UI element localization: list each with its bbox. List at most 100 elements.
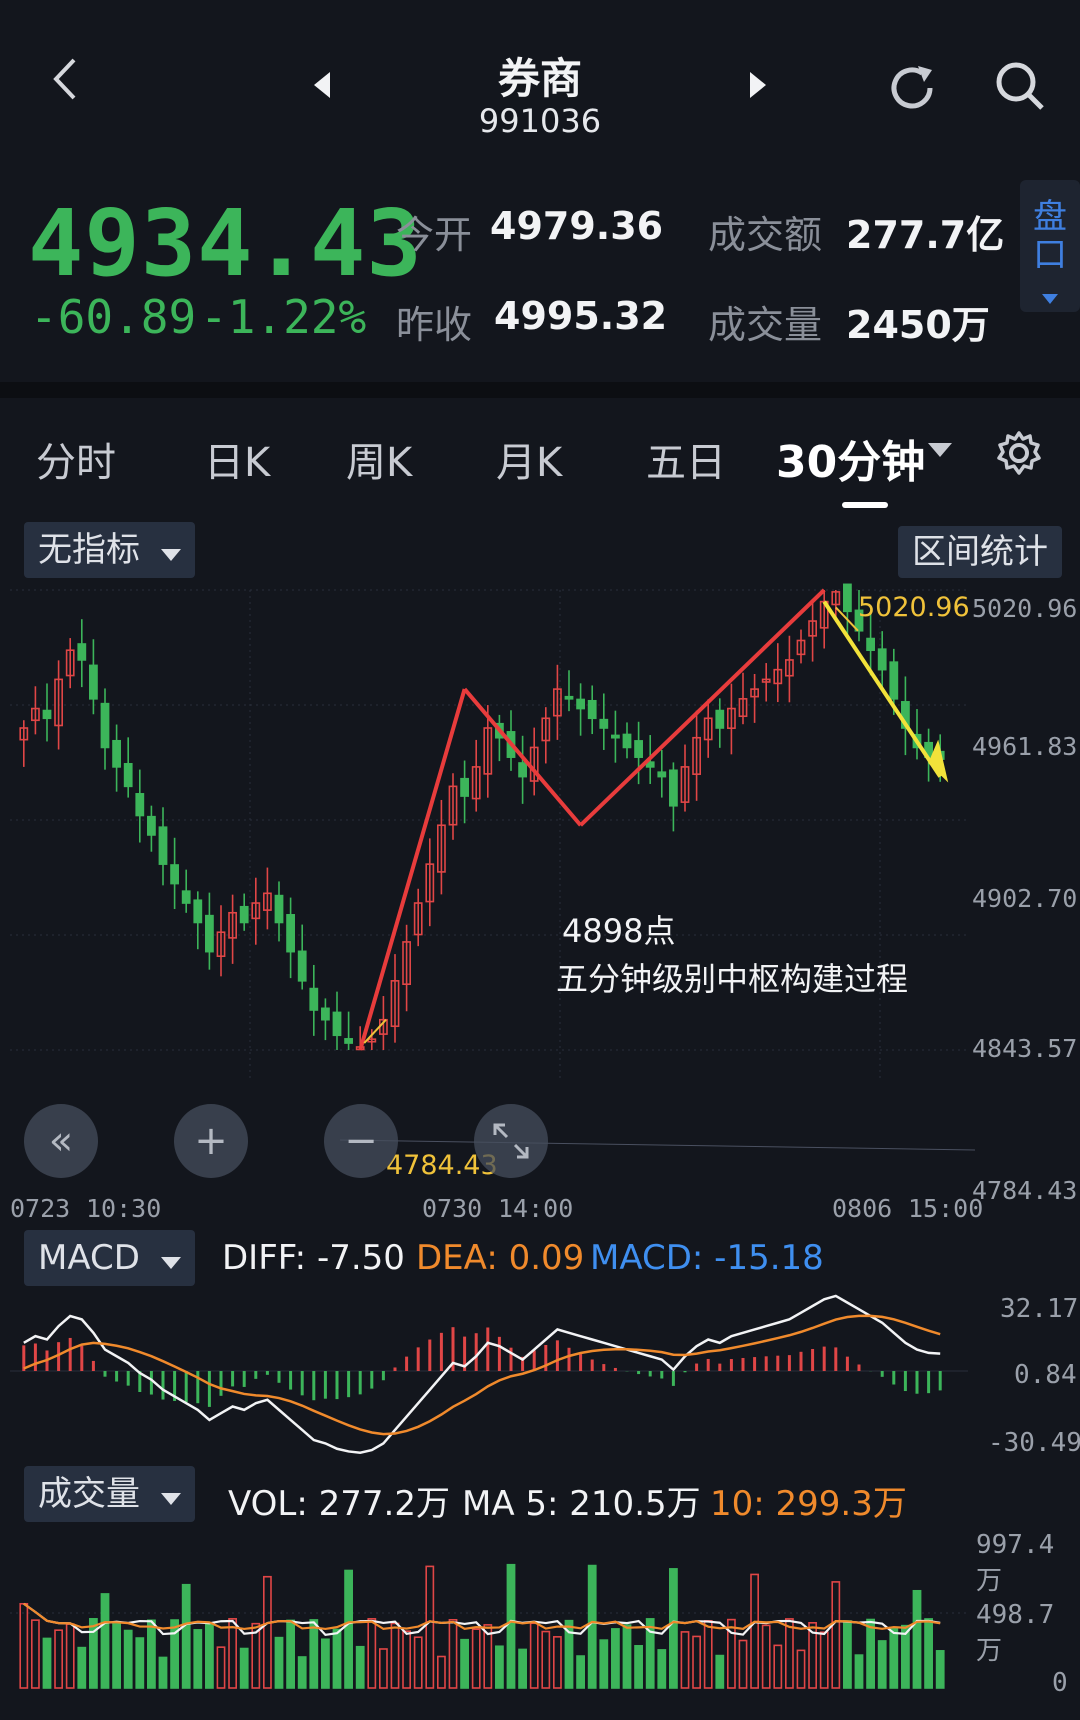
candle-body — [321, 1007, 330, 1021]
y-tick-label: 4843.57 — [972, 1034, 1078, 1063]
volume-bar — [680, 1631, 690, 1689]
volume-bar — [587, 1564, 597, 1689]
caret-down-icon — [1042, 294, 1058, 304]
y-tick-label: 5020.96 — [972, 594, 1078, 623]
volume-bar — [703, 1620, 713, 1689]
tab-30min[interactable]: 30分钟 — [776, 426, 925, 490]
triangle-right-icon[interactable] — [748, 70, 768, 104]
trend-arrow — [579, 588, 826, 827]
indicator-select[interactable]: 无指标 — [24, 522, 195, 578]
volume-bar — [529, 1622, 539, 1689]
rewind-icon[interactable]: « — [24, 1104, 98, 1178]
volume-bar — [738, 1639, 748, 1689]
tab-five-day[interactable]: 五日 — [646, 430, 726, 488]
volume-label: 成交量 — [708, 303, 823, 347]
indicator-select-label: 无指标 — [38, 530, 140, 570]
volume-bar — [437, 1655, 446, 1689]
volume-ma10: 10: 299.3万 — [710, 1484, 907, 1524]
zoom-out-icon[interactable]: − — [324, 1104, 398, 1178]
candle-body — [170, 864, 179, 885]
macd-select[interactable]: MACD — [24, 1230, 195, 1286]
volume-bar — [42, 1637, 52, 1689]
volume-bar — [181, 1583, 191, 1689]
search-icon[interactable] — [994, 60, 1046, 116]
candle-body — [715, 709, 725, 729]
volume-bar — [553, 1636, 562, 1689]
candle-body — [181, 890, 191, 904]
volume-bar — [761, 1624, 771, 1689]
caret-down-icon[interactable] — [928, 442, 952, 461]
tab-weekly-k[interactable]: 周K — [346, 430, 412, 488]
volume-select-label: 成交量 — [38, 1474, 140, 1514]
volume-bar — [506, 1563, 516, 1689]
volume-bar — [274, 1636, 284, 1689]
volume-bar — [854, 1654, 864, 1689]
tab-intraday[interactable]: 分时 — [36, 430, 116, 488]
tab-daily-k[interactable]: 日K — [204, 430, 270, 488]
volume-bar — [309, 1619, 319, 1689]
volume-bar — [332, 1628, 342, 1689]
volume-bar — [147, 1619, 156, 1689]
prev-close-label: 昨收 — [396, 303, 473, 347]
macd-dea: DEA: 0.09 — [416, 1238, 585, 1278]
zoom-in-icon[interactable]: + — [174, 1104, 248, 1178]
candle-body — [564, 695, 574, 700]
volume-bar — [193, 1629, 203, 1689]
active-tab-indicator — [842, 502, 888, 508]
open-label: 今开 — [396, 213, 473, 257]
pankou-toggle[interactable]: 盘 口 — [1020, 180, 1080, 312]
macd-select-label: MACD — [38, 1238, 140, 1278]
x-tick-label: 10:30 — [86, 1194, 162, 1223]
volume-bar — [634, 1645, 643, 1689]
volume-bar — [31, 1619, 40, 1689]
volume-bar — [819, 1631, 829, 1689]
annotation-text: 五分钟级别中枢构建过程 — [556, 960, 909, 998]
current-price: 4934.43 — [28, 190, 423, 297]
volume-chart[interactable] — [0, 1522, 1080, 1698]
candle-body — [286, 914, 295, 953]
candle-body — [135, 793, 145, 817]
diff-line — [23, 1294, 941, 1455]
refresh-icon[interactable] — [884, 60, 940, 120]
macd-y-tick: 32.17 — [1000, 1294, 1079, 1324]
tab-monthly-k[interactable]: 月K — [496, 430, 562, 488]
candle-body — [669, 769, 678, 807]
candle-body — [100, 702, 110, 749]
annotation-point: 4898点 — [562, 912, 676, 950]
fullscreen-icon[interactable] — [474, 1104, 548, 1178]
volume-bar — [912, 1589, 922, 1689]
candle-body — [576, 698, 585, 710]
volume-bar — [785, 1618, 794, 1689]
volume-y-tick: 997.4万 — [976, 1530, 1055, 1596]
candle-body — [657, 771, 667, 778]
candle-body — [518, 762, 527, 778]
volume-select[interactable]: 成交量 — [24, 1466, 195, 1522]
volume-bar — [379, 1648, 388, 1689]
gear-icon[interactable] — [996, 430, 1042, 480]
candle-body — [77, 643, 87, 661]
macd-y-tick: 0.84 — [1014, 1360, 1077, 1390]
volume-bar — [297, 1656, 307, 1689]
candle-body — [158, 826, 168, 865]
candle-body — [587, 699, 597, 720]
macd-chart[interactable] — [0, 1286, 1080, 1462]
candle-body — [611, 734, 620, 739]
volume-bar — [576, 1655, 585, 1689]
volume-bar — [77, 1646, 87, 1689]
candle-body — [622, 733, 632, 749]
candle-body — [332, 1011, 342, 1037]
candle-body — [193, 899, 203, 924]
volume-ma5: MA 5: 210.5万 — [462, 1484, 701, 1524]
candle-body — [889, 661, 899, 700]
volume-bar — [413, 1636, 423, 1689]
price-change: -60.89 — [30, 290, 197, 344]
candle-body — [89, 664, 98, 700]
candle-body — [877, 648, 887, 671]
volume-bar — [831, 1581, 841, 1689]
volume-bar — [19, 1602, 29, 1689]
volume-bar — [135, 1637, 145, 1689]
volume-y-tick: 498.7万 — [976, 1600, 1055, 1666]
volume-bar — [843, 1620, 852, 1689]
range-stats-button[interactable]: 区间统计 — [898, 526, 1062, 578]
y-tick-label: 4784.43 — [972, 1176, 1078, 1205]
